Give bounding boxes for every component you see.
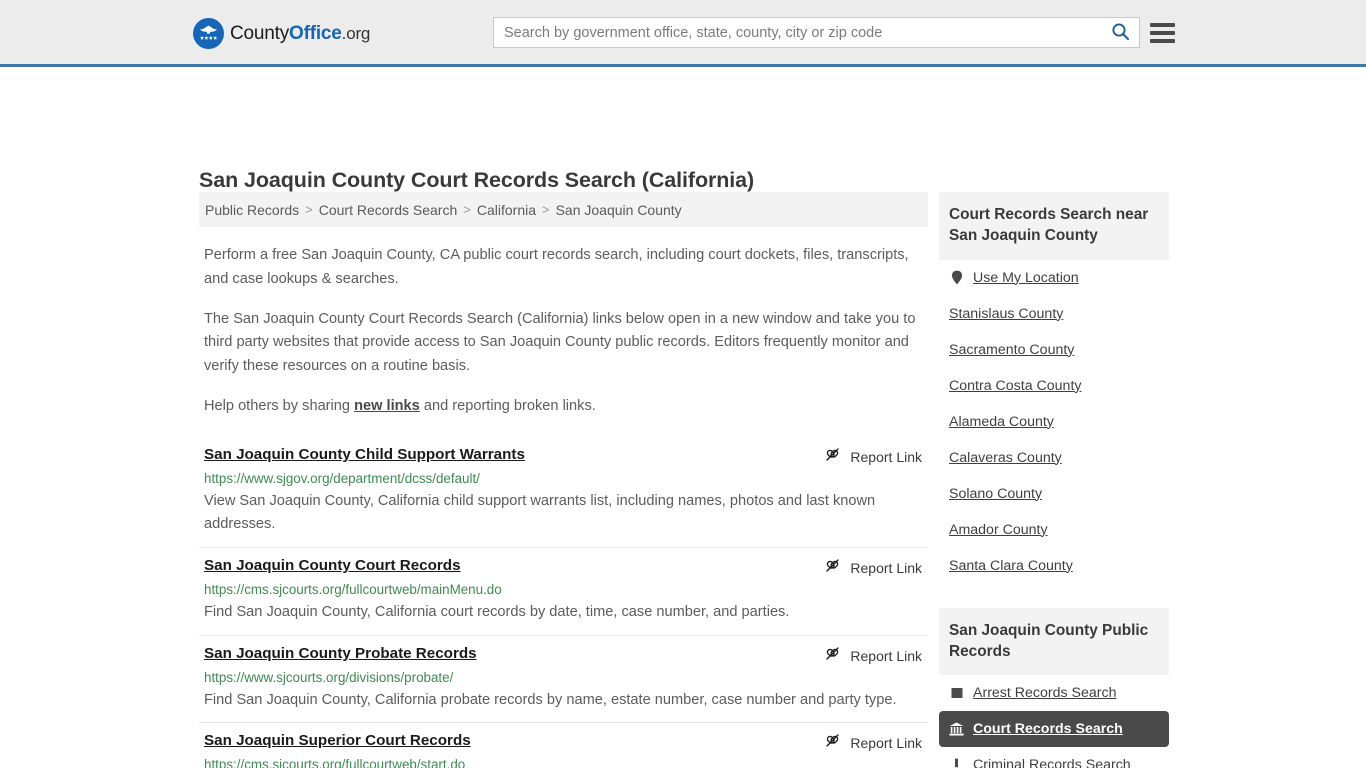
site-header: CountyOffice.org	[0, 0, 1366, 67]
result-description: Find San Joaquin County, California prob…	[204, 691, 897, 708]
exclamation-icon	[949, 758, 964, 768]
breadcrumb: Public Records > Court Records Search > …	[199, 192, 928, 227]
report-link-label: Report Link	[850, 735, 922, 752]
sidebar-link-label[interactable]: Use My Location	[973, 270, 1079, 286]
sidebar-item-amador-county[interactable]: Amador County	[939, 512, 1169, 548]
sidebar-link-label[interactable]: Solano County	[949, 486, 1042, 502]
result-title[interactable]: San Joaquin Superior Court Records	[204, 732, 471, 749]
sidebar-link-label[interactable]: Santa Clara County	[949, 558, 1073, 574]
sidebar-link-label[interactable]: Amador County	[949, 522, 1048, 538]
nearby-section-heading: Court Records Search near San Joaquin Co…	[939, 192, 1169, 260]
report-link-label: Report Link	[850, 448, 922, 465]
sidebar-item-use-my-location[interactable]: Use My Location	[939, 260, 1169, 296]
report-link-button[interactable]: Report Link	[824, 446, 922, 468]
result-url[interactable]: https://www.sjgov.org/department/dcss/de…	[204, 471, 923, 486]
broken-link-icon	[824, 645, 841, 667]
sidebar-item-santa-clara-county[interactable]: Santa Clara County	[939, 548, 1169, 584]
result-item: San Joaquin County Probate Records https…	[199, 636, 928, 724]
hamburger-menu-icon[interactable]	[1150, 20, 1175, 45]
result-item: San Joaquin County Child Support Warrant…	[199, 437, 928, 548]
intro-paragraph-1: Perform a free San Joaquin County, CA pu…	[204, 247, 909, 287]
result-description: View San Joaquin County, California chil…	[204, 492, 876, 533]
sidebar-link-label[interactable]: Calaveras County	[949, 450, 1062, 466]
breadcrumb-separator: >	[305, 202, 313, 217]
intro-paragraph-2: The San Joaquin County Court Records Sea…	[204, 310, 916, 375]
sidebar-link-label[interactable]: Court Records Search	[973, 721, 1123, 737]
sidebar-link-label[interactable]: Criminal Records Search	[973, 757, 1131, 768]
sidebar-link-label[interactable]: Sacramento County	[949, 342, 1074, 358]
broken-link-icon	[824, 557, 841, 579]
sidebar-item-court-records-search[interactable]: Court Records Search	[939, 711, 1169, 747]
intro-p3-after: and reporting broken links.	[419, 397, 596, 414]
breadcrumb-item-california[interactable]: California	[477, 202, 536, 218]
sidebar-item-contra-costa-county[interactable]: Contra Costa County	[939, 368, 1169, 404]
intro-p3-before: Help others by sharing	[204, 397, 355, 414]
sidebar-item-alameda-county[interactable]: Alameda County	[939, 404, 1169, 440]
breadcrumb-item-san-joaquin-county[interactable]: San Joaquin County	[556, 202, 682, 218]
result-url[interactable]: https://cms.sjcourts.org/fullcourtweb/ma…	[204, 582, 923, 597]
result-description: Find San Joaquin County, California cour…	[204, 603, 790, 620]
intro-paragraph-3: Help others by sharing new links and rep…	[204, 395, 923, 419]
result-title[interactable]: San Joaquin County Child Support Warrant…	[204, 446, 525, 463]
logo-text-org: .org	[341, 23, 371, 43]
result-title[interactable]: San Joaquin County Court Records	[204, 557, 461, 574]
hamburger-bar	[1150, 30, 1175, 35]
report-link-button[interactable]: Report Link	[824, 557, 922, 579]
eagle-seal-icon	[193, 18, 224, 49]
sidebar-item-stanislaus-county[interactable]: Stanislaus County	[939, 296, 1169, 332]
page-title: San Joaquin County Court Records Search …	[199, 168, 755, 193]
report-link-label: Report Link	[850, 647, 922, 664]
breadcrumb-item-court-records-search[interactable]: Court Records Search	[319, 202, 458, 218]
search-icon	[1111, 22, 1130, 44]
new-links-link[interactable]: new links	[354, 398, 420, 414]
hamburger-bar	[1150, 38, 1175, 43]
broken-link-icon	[824, 732, 841, 754]
public-records-list: Arrest Records Search Court Records Sear…	[939, 675, 1169, 768]
search-bar	[493, 17, 1140, 48]
sidebar-link-label[interactable]: Stanislaus County	[949, 306, 1063, 322]
breadcrumb-separator: >	[542, 202, 550, 217]
results-list: San Joaquin County Child Support Warrant…	[199, 437, 928, 768]
breadcrumb-item-public-records[interactable]: Public Records	[205, 202, 299, 218]
logo-text-county: County	[230, 22, 290, 44]
intro-text: Perform a free San Joaquin County, CA pu…	[199, 244, 928, 419]
map-pin-icon	[949, 270, 964, 285]
report-link-button[interactable]: Report Link	[824, 732, 922, 754]
public-records-section: San Joaquin County Public Records Arrest…	[939, 607, 1169, 768]
site-logo[interactable]: CountyOffice.org	[193, 18, 370, 49]
sidebar-link-label[interactable]: Contra Costa County	[949, 378, 1081, 394]
nearby-counties-list: Use My Location Stanislaus County Sacram…	[939, 260, 1169, 584]
sidebar-link-label[interactable]: Arrest Records Search	[973, 685, 1117, 701]
logo-wordmark: CountyOffice.org	[230, 23, 370, 45]
sidebar: Court Records Search near San Joaquin Co…	[939, 192, 1169, 768]
broken-link-icon	[824, 446, 841, 468]
main-content: Public Records > Court Records Search > …	[199, 192, 928, 768]
result-item: San Joaquin Superior Court Records https…	[199, 723, 928, 768]
result-url[interactable]: https://cms.sjcourts.org/fullcourtweb/st…	[204, 757, 923, 768]
report-link-button[interactable]: Report Link	[824, 645, 922, 667]
sidebar-item-arrest-records-search[interactable]: Arrest Records Search	[939, 675, 1169, 711]
result-title[interactable]: San Joaquin County Probate Records	[204, 645, 477, 662]
courthouse-icon	[949, 722, 964, 737]
hamburger-bar	[1150, 22, 1175, 27]
sidebar-item-criminal-records-search[interactable]: Criminal Records Search	[939, 747, 1169, 768]
logo-text-office: Office	[289, 22, 342, 44]
sidebar-link-label[interactable]: Alameda County	[949, 414, 1054, 430]
result-url[interactable]: https://www.sjcourts.org/divisions/proba…	[204, 670, 923, 685]
search-button[interactable]	[1101, 18, 1139, 47]
report-link-label: Report Link	[850, 559, 922, 576]
sidebar-item-sacramento-county[interactable]: Sacramento County	[939, 332, 1169, 368]
search-input[interactable]	[494, 18, 1101, 47]
sidebar-item-solano-county[interactable]: Solano County	[939, 476, 1169, 512]
sidebar-item-calaveras-county[interactable]: Calaveras County	[939, 440, 1169, 476]
square-icon	[949, 686, 964, 701]
breadcrumb-separator: >	[463, 202, 471, 217]
result-item: San Joaquin County Court Records https:/…	[199, 548, 928, 636]
public-records-heading: San Joaquin County Public Records	[939, 607, 1169, 675]
